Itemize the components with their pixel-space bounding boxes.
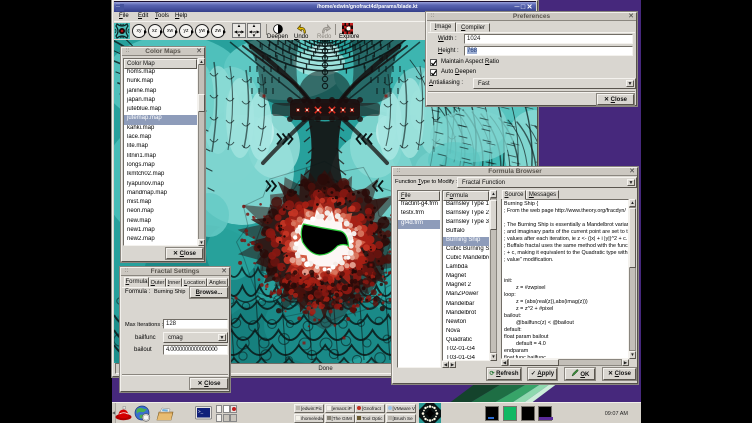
- svg-text:>_: >_: [198, 409, 204, 414]
